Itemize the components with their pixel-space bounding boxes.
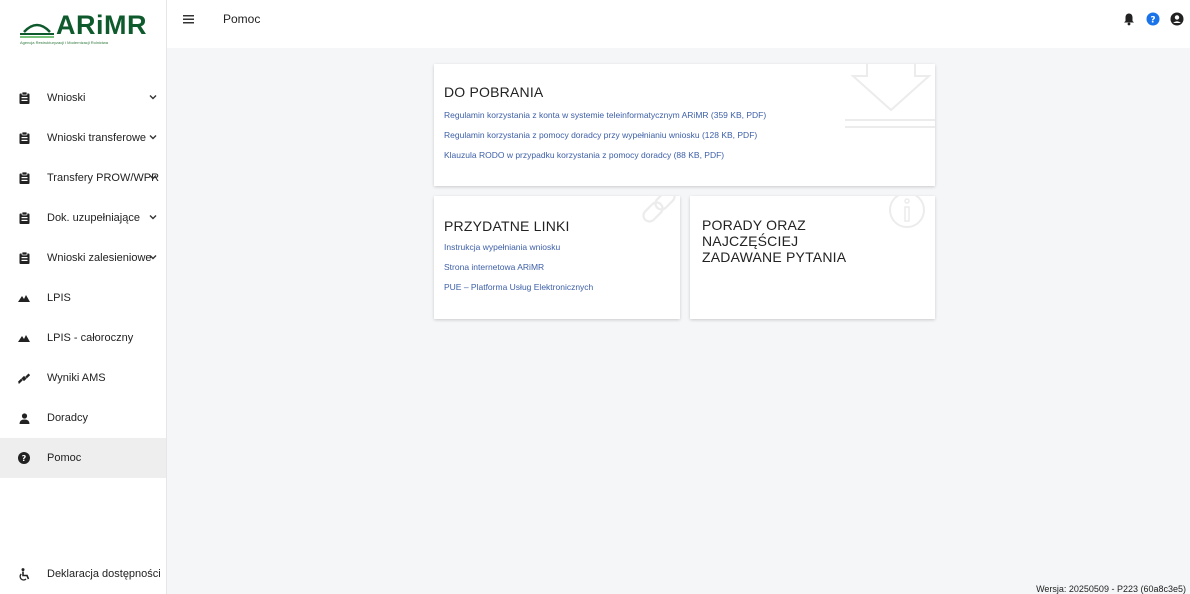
sidebar-item-transfery-prow-wpr[interactable]: Transfery PROW/WPR bbox=[0, 158, 166, 198]
link-strona-arimr[interactable]: Strona internetowa ARiMR bbox=[444, 262, 670, 272]
sidebar-item-label: Pomoc bbox=[47, 452, 82, 464]
sidebar-item-deklaracja-dostepnosci[interactable]: Deklaracja dostępności bbox=[0, 554, 167, 594]
svg-text:?: ? bbox=[22, 454, 27, 463]
sidebar-item-label: LPIS bbox=[47, 292, 71, 304]
clipboard-icon bbox=[18, 212, 30, 224]
top-actions: ? bbox=[1122, 12, 1184, 26]
sidebar-item-label: Wnioski transferowe bbox=[47, 132, 147, 144]
sidebar-item-label: Wnioski bbox=[47, 92, 86, 104]
clipboard-icon bbox=[18, 132, 30, 144]
link-icon bbox=[642, 196, 676, 223]
sidebar-item-lpis-caloroczny[interactable]: LPIS - całoroczny bbox=[0, 318, 166, 358]
bell-icon[interactable] bbox=[1122, 12, 1136, 26]
info-icon bbox=[889, 196, 925, 228]
chevron-down-icon bbox=[149, 175, 157, 180]
mountain-icon bbox=[18, 292, 30, 304]
user-icon bbox=[18, 412, 30, 424]
sidebar-item-wnioski[interactable]: Wnioski bbox=[0, 78, 166, 118]
chevron-down-icon bbox=[149, 215, 157, 220]
chevron-down-icon bbox=[149, 135, 157, 140]
useful-links-card: PRZYDATNE LINKI Instrukcja wypełniania w… bbox=[434, 196, 680, 319]
link-pue[interactable]: PUE – Platforma Usług Elektronicznych bbox=[444, 282, 670, 292]
faq-card[interactable]: PORADY ORAZ NAJCZĘŚCIEJ ZADAWANE PYTANIA bbox=[690, 196, 935, 319]
top-bar: Pomoc ? bbox=[167, 0, 1190, 48]
accessibility-icon bbox=[18, 567, 30, 581]
sidebar-bottom: Deklaracja dostępności bbox=[0, 554, 167, 594]
chevron-down-icon bbox=[149, 255, 157, 260]
satellite-icon bbox=[18, 372, 30, 384]
sidebar-item-label: Transfery PROW/WPR bbox=[47, 172, 160, 184]
download-icon bbox=[845, 64, 935, 128]
sidebar-item-label: LPIS - całoroczny bbox=[47, 332, 134, 344]
chevron-down-icon bbox=[149, 95, 157, 100]
logo-name: ARiMR bbox=[56, 10, 147, 40]
logo-subtitle: Agencja Restrukturyzacji i Modernizacji … bbox=[20, 40, 109, 45]
logo-emblem-icon bbox=[20, 23, 54, 38]
mountain-icon bbox=[18, 332, 30, 344]
sidebar-item-label: Deklaracja dostępności bbox=[47, 568, 161, 580]
question-circle-icon: ? bbox=[18, 452, 30, 464]
sidebar-item-label: Wnioski zalesieniowe bbox=[47, 252, 152, 264]
sidebar-item-label: Doradcy bbox=[47, 412, 88, 424]
arimr-logo[interactable]: ARiMR Agencja Restrukturyzacji i Moderni… bbox=[0, 0, 166, 60]
account-icon[interactable] bbox=[1170, 12, 1184, 26]
help-icon[interactable]: ? bbox=[1146, 12, 1160, 26]
sidebar-item-pomoc[interactable]: ? Pomoc bbox=[0, 438, 166, 478]
clipboard-icon bbox=[18, 92, 30, 104]
hamburger-menu-icon[interactable] bbox=[182, 12, 196, 26]
sidebar-item-wnioski-transferowe[interactable]: Wnioski transferowe bbox=[0, 118, 166, 158]
sidebar-item-wyniki-ams[interactable]: Wyniki AMS bbox=[0, 358, 166, 398]
sidebar-nav: Wnioski Wnioski transferowe Transfery PR… bbox=[0, 78, 166, 478]
version-label: Wersja: 20250509 - P223 (60a8c3e5) bbox=[1036, 584, 1186, 594]
sidebar-item-label: Wyniki AMS bbox=[47, 372, 106, 384]
svg-text:?: ? bbox=[1150, 15, 1155, 25]
link-instrukcja-wniosku[interactable]: Instrukcja wypełniania wniosku bbox=[444, 242, 670, 252]
sidebar-item-lpis[interactable]: LPIS bbox=[0, 278, 166, 318]
sidebar-item-label: Dok. uzupełniające bbox=[47, 212, 140, 224]
clipboard-icon bbox=[18, 172, 30, 184]
sidebar-item-wnioski-zalesieniowe[interactable]: Wnioski zalesieniowe bbox=[0, 238, 166, 278]
clipboard-icon bbox=[18, 252, 30, 264]
sidebar-item-doradcy[interactable]: Doradcy bbox=[0, 398, 166, 438]
page-title: Pomoc bbox=[223, 12, 261, 26]
faq-title[interactable]: PORADY ORAZ NAJCZĘŚCIEJ ZADAWANE PYTANIA bbox=[702, 217, 852, 265]
download-card: DO POBRANIA Regulamin korzystania z kont… bbox=[434, 64, 935, 186]
download-link-klauzula-rodo[interactable]: Klauzula RODO w przypadku korzystania z … bbox=[444, 150, 925, 160]
sidebar: ARiMR Agencja Restrukturyzacji i Moderni… bbox=[0, 0, 167, 594]
sidebar-item-dok-uzupelniajace[interactable]: Dok. uzupełniające bbox=[0, 198, 166, 238]
